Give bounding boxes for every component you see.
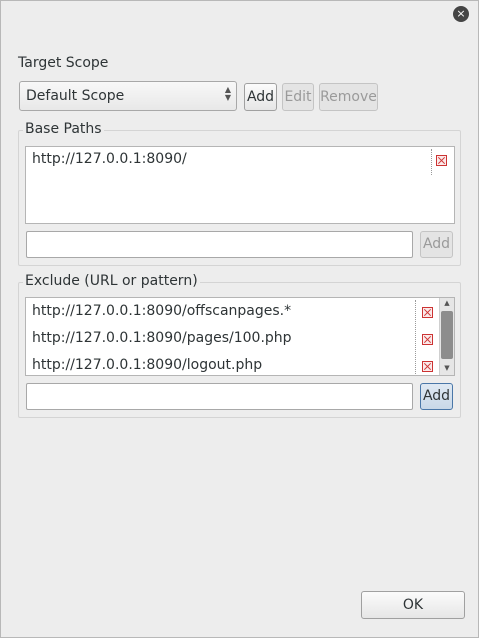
edit-scope-button[interactable]: Edit <box>282 83 314 111</box>
exclude-list[interactable]: http://127.0.0.1:8090/offscanpages.* htt… <box>25 297 455 376</box>
list-item[interactable]: http://127.0.0.1:8090/logout.php <box>32 357 262 373</box>
list-item[interactable]: http://127.0.0.1:8090/ <box>32 151 187 167</box>
scope-select-value: Default Scope <box>26 88 125 104</box>
delete-icon[interactable] <box>422 307 433 318</box>
delete-icon[interactable] <box>422 334 433 345</box>
base-paths-title: Base Paths <box>23 121 104 137</box>
scroll-thumb[interactable] <box>441 311 453 359</box>
target-scope-dialog: × Target Scope Default Scope ▲ ▼ Add Edit… <box>0 0 479 638</box>
list-separator <box>431 149 432 175</box>
base-paths-list[interactable]: http://127.0.0.1:8090/ <box>25 146 455 224</box>
exclude-input[interactable] <box>26 383 413 410</box>
add-base-path-button[interactable]: Add <box>420 231 453 258</box>
exclude-title: Exclude (URL or pattern) <box>23 273 200 289</box>
scroll-up-arrow-icon[interactable]: ▲ <box>440 299 454 307</box>
target-scope-label: Target Scope <box>18 55 109 71</box>
scope-select[interactable]: Default Scope ▲ ▼ <box>19 81 237 111</box>
scroll-down-arrow-icon[interactable]: ▼ <box>440 364 454 372</box>
ok-button[interactable]: OK <box>361 591 465 619</box>
list-item[interactable]: http://127.0.0.1:8090/pages/100.php <box>32 330 292 346</box>
list-item[interactable]: http://127.0.0.1:8090/offscanpages.* <box>32 303 291 319</box>
base-path-input[interactable] <box>26 231 413 258</box>
add-scope-button[interactable]: Add <box>244 83 277 111</box>
delete-icon[interactable] <box>422 361 433 372</box>
up-down-arrows-icon: ▲ ▼ <box>224 85 231 102</box>
delete-icon[interactable] <box>436 155 447 166</box>
list-separator <box>415 300 416 375</box>
exclude-scrollbar[interactable]: ▲ ▼ <box>439 298 454 375</box>
remove-scope-button[interactable]: Remove <box>319 83 378 111</box>
add-exclude-button[interactable]: Add <box>420 383 453 410</box>
